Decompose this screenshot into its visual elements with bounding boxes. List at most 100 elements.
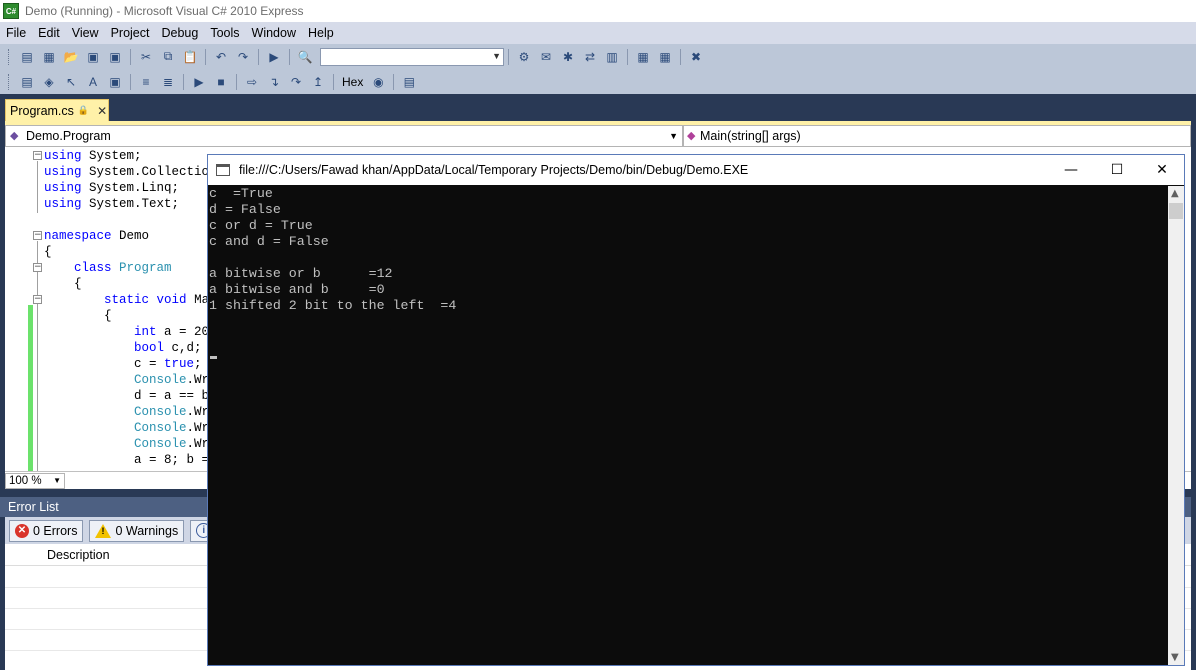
comment-icon[interactable]: ≡ xyxy=(137,73,155,91)
step-into-icon[interactable]: ↴ xyxy=(265,73,283,91)
keyword: bool xyxy=(134,341,165,355)
console-title-bar[interactable]: file:///C:/Users/Fawad khan/AppData/Loca… xyxy=(208,155,1184,185)
console-scrollbar[interactable]: ▲ ▼ xyxy=(1168,186,1184,665)
code-text: System.Collection xyxy=(81,165,217,179)
menu-tools[interactable]: Tools xyxy=(204,26,245,40)
undo-icon[interactable]: ↶ xyxy=(212,48,230,66)
toolbar-separator xyxy=(205,48,206,65)
cut-icon[interactable]: ✂ xyxy=(137,48,155,66)
error-icon: ✕ xyxy=(15,523,29,538)
toolbar-separator xyxy=(627,48,628,65)
code-line: namespace Demo xyxy=(44,228,149,244)
menu-file[interactable]: File xyxy=(0,26,32,40)
type-name: Program xyxy=(119,261,172,275)
warnings-filter-button[interactable]: ! 0 Warnings xyxy=(89,519,185,542)
console-line: a bitwise and b =0 xyxy=(209,282,385,297)
member-dropdown[interactable]: ◆ Main(string[] args) xyxy=(683,125,1191,147)
word-complete-icon[interactable]: A xyxy=(84,73,102,91)
redo-icon[interactable]: ↷ xyxy=(234,48,252,66)
menu-project[interactable]: Project xyxy=(105,26,156,40)
toolbox-icon[interactable]: ⇄ xyxy=(581,48,599,66)
code-line: bool c,d; xyxy=(134,341,202,355)
grid-icon[interactable]: ▦ xyxy=(634,48,652,66)
visual-csharp-icon: C# xyxy=(3,3,19,19)
zoom-dropdown[interactable]: 100 % ▼ xyxy=(5,472,65,489)
menu-help[interactable]: Help xyxy=(302,26,340,40)
breakpoint-icon[interactable]: ◉ xyxy=(369,73,387,91)
chevron-down-icon[interactable]: ▼ xyxy=(53,476,61,485)
console-line: d = False xyxy=(209,202,281,217)
quick-info-icon[interactable]: ◈ xyxy=(40,73,58,91)
code-line: Console.Wri xyxy=(134,421,217,435)
toolbar-grip[interactable] xyxy=(8,48,12,65)
close-button[interactable]: ✕ xyxy=(1139,155,1185,185)
type-dropdown[interactable]: ◆ Demo.Program ▼ xyxy=(5,125,683,147)
continue-icon[interactable]: ▶ xyxy=(265,48,283,66)
save-all-icon[interactable]: ▣ xyxy=(106,48,124,66)
toolbar-separator xyxy=(236,73,237,90)
grid-alt-icon[interactable]: ▦ xyxy=(656,48,674,66)
member-dropdown-value: Main(string[] args) xyxy=(700,129,801,143)
solution-explorer-icon[interactable]: ⚙ xyxy=(515,48,533,66)
toolbar-separator xyxy=(393,73,395,90)
menu-debug[interactable]: Debug xyxy=(155,26,204,40)
save-icon[interactable]: ▣ xyxy=(84,48,102,66)
console-line: a bitwise or b =12 xyxy=(209,266,393,281)
scroll-down-icon[interactable]: ▼ xyxy=(1171,652,1179,663)
object-browser-icon[interactable]: ✱ xyxy=(559,48,577,66)
stop-debug-icon[interactable]: ■ xyxy=(212,73,230,91)
copy-icon[interactable]: ⧉ xyxy=(159,48,177,66)
code-line: using System.Text; xyxy=(44,196,179,212)
menu-window[interactable]: Window xyxy=(246,26,302,40)
parameter-info-icon[interactable]: ▣ xyxy=(106,73,124,91)
code-line: using System.Linq; xyxy=(44,180,179,196)
collapse-toggle[interactable]: − xyxy=(33,263,42,272)
minimize-button[interactable]: — xyxy=(1048,155,1094,185)
chevron-down-icon[interactable]: ▼ xyxy=(492,51,501,61)
errors-filter-button[interactable]: ✕ 0 Errors xyxy=(9,519,84,542)
uncomment-icon[interactable]: ≣ xyxy=(159,73,177,91)
warnings-count-label: 0 Warnings xyxy=(115,523,179,538)
find-combo[interactable]: ▼ xyxy=(320,47,504,66)
keyword: static xyxy=(104,293,150,307)
hex-toggle[interactable]: Hex xyxy=(342,75,363,89)
console-line: c =True xyxy=(209,186,273,201)
collapse-toggle[interactable]: − xyxy=(33,231,42,240)
console-window-icon xyxy=(216,164,230,176)
new-project-icon[interactable]: ▤ xyxy=(18,48,36,66)
paste-icon[interactable]: 📋 xyxy=(181,48,199,66)
find-in-files-icon[interactable]: 🔍 xyxy=(296,48,314,66)
pointer-icon[interactable]: ↖ xyxy=(62,73,80,91)
show-next-statement-icon[interactable]: ⇨ xyxy=(243,73,261,91)
menu-edit[interactable]: Edit xyxy=(32,26,66,40)
collapse-toggle[interactable]: − xyxy=(33,151,42,160)
step-out-icon[interactable]: ↥ xyxy=(309,73,327,91)
toolbar-separator xyxy=(333,73,334,90)
scroll-thumb[interactable] xyxy=(1169,203,1183,219)
toolbar-separator xyxy=(680,48,681,65)
scroll-up-icon[interactable]: ▲ xyxy=(1171,188,1179,199)
close-icon[interactable]: ✕ xyxy=(97,104,107,118)
type-name: Console xyxy=(134,405,187,419)
text-editor-icon[interactable]: ▤ xyxy=(18,73,36,91)
chevron-down-icon[interactable]: ▼ xyxy=(669,131,678,141)
code-line: { xyxy=(44,309,112,323)
console-window[interactable]: file:///C:/Users/Fawad khan/AppData/Loca… xyxy=(207,154,1185,666)
toolbar-grip[interactable] xyxy=(8,73,12,90)
add-item-icon[interactable]: ▦ xyxy=(40,48,58,66)
code-line: Console.Wri xyxy=(134,373,217,387)
console-cursor xyxy=(210,356,217,359)
step-over-icon[interactable]: ↷ xyxy=(287,73,305,91)
start-page-icon[interactable]: ▥ xyxy=(603,48,621,66)
properties-icon[interactable]: ✉ xyxy=(537,48,555,66)
collapse-toggle[interactable]: − xyxy=(33,295,42,304)
maximize-button[interactable]: ☐ xyxy=(1094,155,1140,185)
tab-program-cs[interactable]: Program.cs 🔒 ✕ xyxy=(5,99,109,121)
console-line: 1 shifted 2 bit to the left =4 xyxy=(209,298,457,313)
standard-toolbar: ▤ ▦ 📂 ▣ ▣ ✂ ⧉ 📋 ↶ ↷ ▶ 🔍 ▼ ⚙ ✉ ✱ ⇄ ▥ ▦ ▦ … xyxy=(0,44,1196,69)
open-file-icon[interactable]: 📂 xyxy=(62,48,80,66)
output-window-icon[interactable]: ▤ xyxy=(400,73,418,91)
start-debug-icon[interactable]: ▶ xyxy=(190,73,208,91)
menu-view[interactable]: View xyxy=(66,26,105,40)
